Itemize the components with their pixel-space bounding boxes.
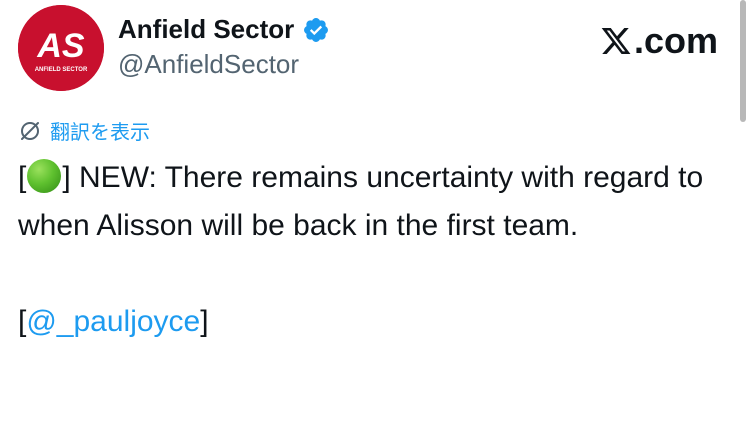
svg-text:AS: AS <box>36 27 85 65</box>
avatar[interactable]: AS ANFIELD SECTOR <box>18 5 104 91</box>
x-com-logo: .com <box>600 20 718 62</box>
author-name-row[interactable]: Anfield Sector <box>118 14 330 45</box>
x-logo-icon <box>601 28 631 54</box>
tweet-credit: [@_pauljoyce] <box>18 298 718 346</box>
translate-icon <box>21 121 39 140</box>
green-circle-icon <box>27 159 62 193</box>
translate-label[interactable]: 翻訳を表示 <box>50 116 150 145</box>
verified-badge-icon <box>304 17 329 42</box>
tweet-main-text: ] NEW: There remains uncertainty with re… <box>18 161 704 242</box>
svg-text:ANFIELD SECTOR: ANFIELD SECTOR <box>35 67 88 73</box>
author-handle[interactable]: @AnfieldSector <box>118 49 299 80</box>
tweet-body: [] NEW: There remains uncertainty with r… <box>18 154 718 346</box>
mention-link[interactable]: @_pauljoyce <box>26 305 200 338</box>
translate-link[interactable]: 翻訳を表示 <box>18 116 150 145</box>
credit-bracket-close: ] <box>200 305 209 338</box>
x-com-text: .com <box>633 20 718 61</box>
tweet-paragraph: [] NEW: There remains uncertainty with r… <box>18 154 718 250</box>
author-display-name[interactable]: Anfield Sector <box>118 14 294 45</box>
anfield-sector-logo: AS ANFIELD SECTOR <box>18 5 104 91</box>
scrollbar[interactable] <box>740 0 746 122</box>
bracket-open: [ <box>18 161 27 194</box>
